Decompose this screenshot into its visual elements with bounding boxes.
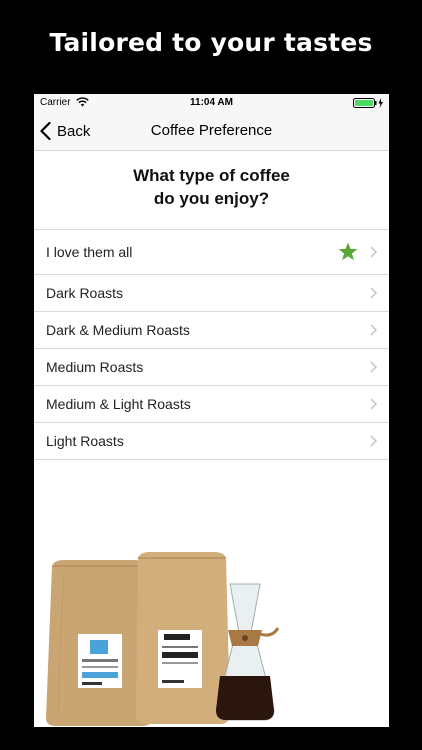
star-icon [338, 242, 358, 261]
chevron-right-icon [370, 246, 377, 258]
option-row-medium-roasts[interactable]: Medium Roasts [34, 349, 389, 386]
page-title: Coffee Preference [150, 122, 273, 139]
status-bar: Carrier 11:04 AM [34, 94, 389, 112]
option-row-light-roasts[interactable]: Light Roasts [34, 423, 389, 460]
option-label: Medium & Light Roasts [46, 396, 191, 412]
option-label: Medium Roasts [46, 359, 144, 375]
battery-icon [353, 98, 383, 108]
chevron-right-icon [370, 287, 377, 299]
option-label: Dark Roasts [46, 285, 124, 301]
phone-screen: Carrier 11:04 AM Back Coffee Preference … [34, 94, 389, 727]
question-heading: What type of coffee do you enjoy? [34, 164, 389, 210]
option-row-medium-light-roasts[interactable]: Medium & Light Roasts [34, 386, 389, 423]
status-time: 11:04 AM [190, 97, 233, 108]
option-row-dark-medium-roasts[interactable]: Dark & Medium Roasts [34, 312, 389, 349]
option-row-love-them-all[interactable]: I love them all [34, 230, 389, 275]
chevron-right-icon [370, 435, 377, 447]
option-label: I love them all [46, 244, 133, 260]
option-row-dark-roasts[interactable]: Dark Roasts [34, 275, 389, 312]
option-label: Dark & Medium Roasts [46, 322, 190, 338]
chevron-right-icon [370, 398, 377, 410]
chevron-right-icon [370, 361, 377, 373]
chevron-right-icon [370, 324, 377, 336]
coffee-bags-photo [46, 552, 280, 726]
promo-headline: Tailored to your tastes [49, 28, 373, 57]
option-label: Light Roasts [46, 433, 124, 449]
question-line-2: do you enjoy? [153, 189, 270, 208]
roast-options-list: I love them all Dark Roasts Dark & Mediu… [34, 229, 389, 460]
question-line-1: What type of coffee [133, 166, 290, 185]
navigation-bar: Back Coffee Preference [34, 112, 389, 151]
